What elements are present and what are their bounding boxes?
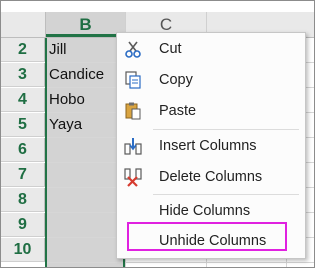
menu-separator xyxy=(153,129,299,130)
row-header-3[interactable]: 3 xyxy=(1,63,45,87)
menu-label: Delete Columns xyxy=(159,169,263,185)
row-header-5[interactable]: 5 xyxy=(1,113,45,137)
menu-item-cut[interactable]: Cut xyxy=(117,34,305,64)
scissors-icon xyxy=(123,39,143,59)
row-header-9[interactable]: 9 xyxy=(1,213,45,237)
menu-item-unhide-columns[interactable]: Unhide Columns xyxy=(117,226,305,256)
spreadsheet-window: B C 2 3 4 5 6 7 8 9 10 Jill Candice Hobo… xyxy=(0,0,315,268)
insert-columns-icon xyxy=(123,136,143,156)
menu-label: Insert Columns xyxy=(159,138,257,154)
clipboard-paste-icon xyxy=(123,101,143,121)
menu-label: Paste xyxy=(159,103,197,119)
column-header-b[interactable]: B xyxy=(46,12,126,37)
grid-line xyxy=(46,262,314,263)
select-all-corner[interactable] xyxy=(1,12,46,37)
menu-label: Cut xyxy=(159,41,182,57)
row-header-2[interactable]: 2 xyxy=(1,38,45,62)
cell-b2[interactable]: Jill xyxy=(49,38,67,62)
cell-b4[interactable]: Hobo xyxy=(49,88,85,112)
menu-label: Copy xyxy=(159,72,193,88)
menu-label: Hide Columns xyxy=(159,203,251,219)
row-header-8[interactable]: 8 xyxy=(1,188,45,212)
menu-item-paste[interactable]: Paste xyxy=(117,96,305,126)
copy-icon xyxy=(123,70,143,90)
row-header-10[interactable]: 10 xyxy=(1,238,45,262)
delete-columns-icon xyxy=(123,167,143,187)
menu-separator xyxy=(153,194,299,195)
menu-label: Unhide Columns xyxy=(159,233,267,249)
menu-item-delete-columns[interactable]: Delete Columns xyxy=(117,162,305,192)
context-menu: Cut Copy Paste Insert Columns Delete Col… xyxy=(116,32,306,259)
row-header-6[interactable]: 6 xyxy=(1,138,45,162)
menu-item-hide-columns[interactable]: Hide Columns xyxy=(117,196,305,226)
menu-item-copy[interactable]: Copy xyxy=(117,65,305,95)
row-header-7[interactable]: 7 xyxy=(1,163,45,187)
row-header-4[interactable]: 4 xyxy=(1,88,45,112)
cell-b3[interactable]: Candice xyxy=(49,63,104,87)
menu-item-insert-columns[interactable]: Insert Columns xyxy=(117,131,305,161)
cell-b5[interactable]: Yaya xyxy=(49,113,82,137)
